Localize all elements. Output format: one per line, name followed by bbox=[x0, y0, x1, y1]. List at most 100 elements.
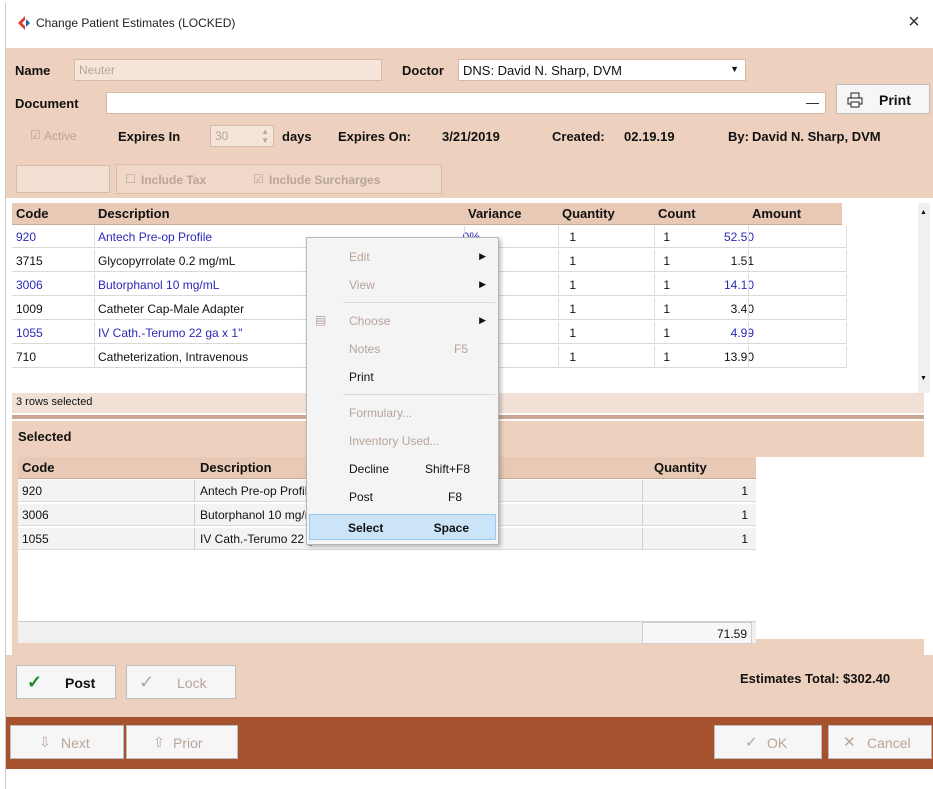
name-field[interactable]: Neuter bbox=[74, 59, 382, 81]
prior-button[interactable]: ⇧ Prior bbox=[126, 725, 238, 759]
sel-cell-code: 920 bbox=[22, 484, 43, 498]
expires-on-label: Expires On: bbox=[338, 129, 411, 144]
cell-divider bbox=[748, 274, 749, 296]
post-button[interactable]: ✓ Post bbox=[16, 665, 116, 699]
menu-item-select[interactable]: Select Space bbox=[309, 514, 496, 540]
sel-cell-description: Butorphanol 10 mg/mL bbox=[200, 508, 322, 522]
close-icon[interactable]: × bbox=[902, 11, 926, 34]
sel-col-code[interactable]: Code bbox=[22, 460, 55, 475]
cell-count: 1 bbox=[663, 278, 670, 292]
cell-divider bbox=[94, 346, 95, 368]
title-bar: Change Patient Estimates (LOCKED) × bbox=[6, 3, 933, 43]
scroll-down-icon[interactable]: ▼ bbox=[920, 375, 927, 382]
menu-notes-label: Notes bbox=[349, 342, 381, 356]
items-table-header: Code Description Variance Quantity Count… bbox=[12, 203, 842, 225]
include-tax-label: Include Tax bbox=[141, 173, 207, 187]
menu-item-choose[interactable]: ▤ Choose ▶ bbox=[307, 308, 498, 334]
col-code[interactable]: Code bbox=[16, 206, 49, 221]
doctor-label: Doctor bbox=[402, 63, 444, 78]
col-variance[interactable]: Variance bbox=[468, 206, 522, 221]
cell-count: 1 bbox=[663, 302, 670, 316]
cell-divider bbox=[558, 274, 559, 296]
up-arrow-icon: ⇧ bbox=[153, 734, 165, 750]
submenu-arrow-icon: ▶ bbox=[479, 315, 486, 325]
cell-divider bbox=[654, 322, 655, 344]
name-value: Neuter bbox=[79, 63, 116, 77]
submenu-arrow-icon: ▶ bbox=[479, 279, 486, 289]
menu-item-print[interactable]: Print bbox=[307, 364, 498, 390]
menu-item-formulary[interactable]: Formulary... bbox=[307, 400, 498, 426]
checkmark-icon: ✓ bbox=[27, 672, 43, 692]
cell-quantity: 1 bbox=[569, 326, 576, 340]
cell-count: 1 bbox=[663, 254, 670, 268]
menu-item-edit[interactable]: Edit ▶ bbox=[307, 244, 498, 270]
cell-divider bbox=[748, 322, 749, 344]
include-surcharges-checkbox[interactable]: ☑ bbox=[253, 172, 264, 186]
lock-check-icon: ✓ bbox=[139, 672, 155, 692]
cell-code: 3006 bbox=[16, 278, 43, 292]
active-checkbox[interactable]: ☑ bbox=[30, 128, 41, 142]
col-count[interactable]: Count bbox=[658, 206, 696, 221]
cell-divider bbox=[642, 504, 643, 526]
toolbar-blank bbox=[16, 165, 110, 193]
expires-in-stepper[interactable]: 30 ▲ ▼ bbox=[210, 125, 274, 147]
days-label: days bbox=[282, 129, 312, 144]
items-scrollbar[interactable]: ▲ ▼ bbox=[918, 203, 930, 393]
rows-selected-status: 3 rows selected bbox=[16, 396, 93, 408]
menu-formulary-label: Formulary... bbox=[349, 406, 413, 420]
cell-divider bbox=[194, 528, 195, 550]
sel-cell-quantity: 1 bbox=[741, 484, 748, 498]
cell-divider bbox=[558, 250, 559, 272]
scroll-up-icon[interactable]: ▲ bbox=[920, 209, 927, 216]
menu-view-label: View bbox=[349, 278, 375, 292]
cell-count: 1 bbox=[663, 350, 670, 364]
cell-count: 1 bbox=[663, 230, 670, 244]
cell-amount: 1.51 bbox=[730, 254, 754, 268]
menu-item-inventory-used[interactable]: Inventory Used... bbox=[307, 428, 498, 454]
menu-item-post[interactable]: Post F8 bbox=[307, 484, 498, 510]
menu-notes-shortcut: F5 bbox=[453, 342, 468, 356]
cell-divider bbox=[748, 226, 749, 248]
menu-item-decline[interactable]: Decline Shift+F8 bbox=[307, 456, 498, 482]
down-arrow-icon: ⇩ bbox=[39, 734, 51, 750]
cancel-button[interactable]: ✕ Cancel bbox=[828, 725, 932, 759]
expires-in-label: Expires In bbox=[118, 129, 181, 144]
include-tax-checkbox[interactable]: ☐ bbox=[125, 172, 136, 186]
cell-divider bbox=[748, 250, 749, 272]
cell-quantity: 1 bbox=[569, 230, 576, 244]
by-label: By: bbox=[728, 129, 749, 144]
next-button[interactable]: ⇩ Next bbox=[10, 725, 124, 759]
next-label: Next bbox=[61, 735, 90, 751]
cell-description: IV Cath.-Terumo 22 ga x 1" bbox=[98, 326, 243, 340]
cell-count: 1 bbox=[663, 326, 670, 340]
sel-col-description[interactable]: Description bbox=[200, 460, 272, 475]
cell-description: Glycopyrrolate 0.2 mg/mL bbox=[98, 254, 236, 268]
estimate-header-panel: Name Neuter Doctor DNS: David N. Sharp, … bbox=[6, 48, 933, 198]
cell-description: Catheterization, Intravenous bbox=[98, 350, 249, 364]
sel-col-quantity[interactable]: Quantity bbox=[654, 460, 707, 475]
cell-divider bbox=[558, 226, 559, 248]
col-quantity[interactable]: Quantity bbox=[562, 206, 615, 221]
menu-item-notes[interactable]: Notes F5 bbox=[307, 336, 498, 362]
doctor-value: DNS: David N. Sharp, DVM bbox=[463, 63, 622, 78]
app-logo-icon bbox=[18, 16, 30, 30]
cell-amount: 14.10 bbox=[723, 278, 754, 292]
created-label: Created: bbox=[552, 129, 605, 144]
doctor-select[interactable]: DNS: David N. Sharp, DVM ▼ bbox=[458, 59, 746, 81]
menu-item-view[interactable]: View ▶ bbox=[307, 272, 498, 298]
printer-icon bbox=[847, 92, 863, 108]
created-value: 02.19.19 bbox=[624, 129, 675, 144]
lock-button[interactable]: ✓ Lock bbox=[126, 665, 236, 699]
cell-divider bbox=[654, 346, 655, 368]
col-description[interactable]: Description bbox=[98, 206, 170, 221]
ok-button[interactable]: ✓ OK bbox=[714, 725, 822, 759]
print-button[interactable]: Print bbox=[836, 84, 930, 114]
cell-code: 3715 bbox=[16, 254, 43, 268]
cell-code: 920 bbox=[16, 230, 37, 244]
expires-in-value: 30 bbox=[215, 129, 229, 143]
col-amount[interactable]: Amount bbox=[752, 206, 801, 221]
document-field[interactable]: — bbox=[106, 92, 826, 114]
choose-icon: ▤ bbox=[315, 313, 327, 327]
cell-quantity: 1 bbox=[569, 350, 576, 364]
ellipsis-icon[interactable]: — bbox=[806, 95, 819, 110]
